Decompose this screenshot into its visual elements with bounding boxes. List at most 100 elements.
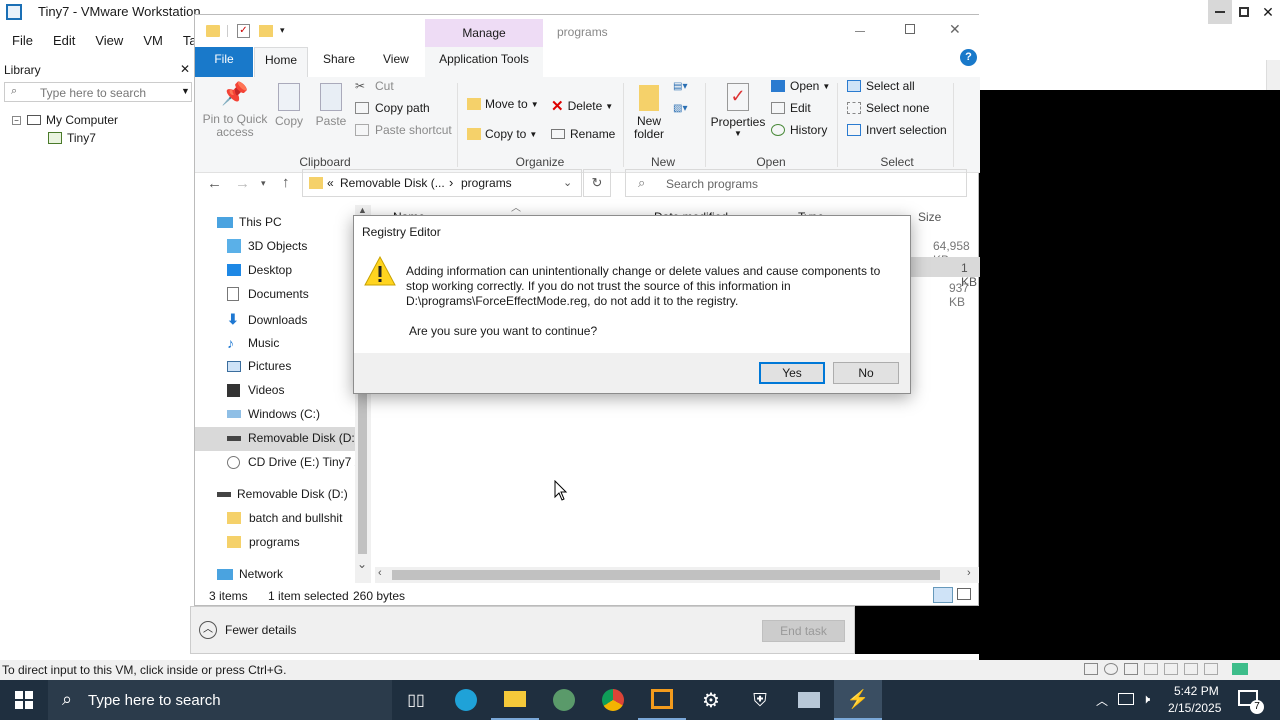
- copy-button[interactable]: Copy: [271, 81, 307, 128]
- address-segment-programs[interactable]: programs: [461, 176, 512, 190]
- app-icon[interactable]: [540, 680, 588, 720]
- nav-pictures[interactable]: Pictures: [227, 359, 291, 373]
- tab-share[interactable]: Share: [323, 52, 355, 66]
- library-search[interactable]: ⌕ Type here to search ▼: [4, 82, 192, 102]
- network-tray-icon[interactable]: [1118, 693, 1134, 705]
- minimize-button[interactable]: [1208, 0, 1232, 24]
- column-header-size[interactable]: Size: [918, 210, 941, 224]
- new-item-button[interactable]: ▤▾: [673, 81, 687, 92]
- message-icon[interactable]: [1232, 663, 1248, 675]
- display-icon[interactable]: [1204, 663, 1218, 675]
- active-app-icon[interactable]: ⚡: [834, 680, 882, 720]
- horizontal-scrollbar[interactable]: ‹ ›: [375, 567, 979, 583]
- maximize-button[interactable]: [1232, 0, 1256, 24]
- address-bar[interactable]: « Removable Disk (... › programs ⌄: [302, 169, 582, 197]
- nav-cd-drive-e[interactable]: CD Drive (E:) Tiny7 x: [227, 455, 361, 469]
- menu-vm[interactable]: VM: [143, 29, 163, 52]
- vm-display[interactable]: [979, 90, 1280, 660]
- tray-chevron-icon[interactable]: ︿: [1096, 692, 1108, 709]
- paste-button[interactable]: Paste: [311, 81, 351, 128]
- menu-view[interactable]: View: [95, 29, 123, 52]
- settings-icon[interactable]: ⚙: [687, 680, 735, 720]
- explorer-maximize-button[interactable]: [905, 24, 915, 34]
- nav-videos[interactable]: Videos: [227, 383, 284, 397]
- tree-tiny7[interactable]: Tiny7: [48, 131, 96, 145]
- rename-button[interactable]: Rename: [551, 127, 615, 141]
- address-segment-removable-disk[interactable]: Removable Disk (...: [340, 176, 445, 190]
- nav-batch-folder[interactable]: batch and bullshit: [227, 511, 342, 525]
- copy-path-button[interactable]: Copy path: [355, 101, 430, 115]
- help-icon[interactable]: ?: [960, 49, 977, 66]
- explorer-search-box[interactable]: ⌕ Search programs: [625, 169, 967, 197]
- forward-arrow-icon[interactable]: →: [235, 175, 250, 192]
- start-button[interactable]: [0, 680, 48, 720]
- yes-button[interactable]: Yes: [759, 362, 825, 384]
- nav-removable-disk-d-root[interactable]: Removable Disk (D:): [217, 487, 348, 501]
- up-arrow-icon[interactable]: ↑: [282, 174, 290, 191]
- menu-file[interactable]: File: [12, 29, 33, 52]
- paste-shortcut-button[interactable]: Paste shortcut: [355, 123, 452, 137]
- security-shield-icon[interactable]: ⛨: [736, 680, 784, 720]
- nav-documents[interactable]: Documents: [227, 287, 309, 301]
- nav-desktop[interactable]: Desktop: [227, 263, 292, 277]
- close-button[interactable]: ✕: [1256, 0, 1280, 24]
- back-arrow-icon[interactable]: ←: [207, 175, 222, 192]
- end-task-button[interactable]: End task: [762, 620, 845, 642]
- tab-home[interactable]: Home: [254, 47, 308, 77]
- recent-dropdown-icon[interactable]: ▾: [261, 178, 266, 189]
- tab-file[interactable]: File: [195, 47, 253, 77]
- details-view-icon[interactable]: [933, 587, 953, 603]
- vmware-taskbar-icon[interactable]: [638, 680, 686, 720]
- open-button[interactable]: Open ▼: [771, 79, 830, 93]
- new-folder-qat-icon[interactable]: [259, 25, 273, 37]
- volume-muted-icon[interactable]: 🕨: [1142, 691, 1150, 707]
- scroll-up-icon[interactable]: ▲: [358, 205, 367, 215]
- scroll-thumb[interactable]: [392, 570, 940, 580]
- tab-application-tools[interactable]: Application Tools: [425, 47, 543, 77]
- address-dropdown-icon[interactable]: ⌄: [563, 176, 572, 189]
- no-button[interactable]: No: [833, 362, 899, 384]
- properties-qat-icon[interactable]: ✓: [237, 24, 250, 38]
- task-view-icon[interactable]: ▯▯: [392, 680, 440, 720]
- vm-display-lower[interactable]: [855, 606, 1280, 654]
- nav-windows-c[interactable]: Windows (C:): [227, 407, 320, 421]
- select-all-button[interactable]: Select all: [847, 79, 915, 93]
- clock-time[interactable]: 5:42 PM: [1174, 684, 1219, 698]
- nav-music[interactable]: ♪ Music: [227, 335, 279, 351]
- refresh-button[interactable]: ↻: [583, 169, 611, 197]
- select-none-button[interactable]: Select none: [847, 101, 929, 115]
- history-button[interactable]: History: [771, 123, 827, 137]
- scroll-right-icon[interactable]: ›: [967, 567, 971, 579]
- new-folder-button[interactable]: New folder: [629, 81, 669, 141]
- cut-button[interactable]: ✂ Cut: [355, 79, 394, 93]
- copy-to-button[interactable]: Copy to ▼: [467, 127, 537, 141]
- qat-dropdown-icon[interactable]: ▾: [280, 25, 285, 36]
- large-icons-view-icon[interactable]: [957, 588, 971, 600]
- explorer-close-button[interactable]: ✕: [949, 21, 961, 38]
- properties-button[interactable]: ✓ Properties ▼: [709, 81, 767, 138]
- tab-view[interactable]: View: [383, 52, 409, 66]
- nav-removable-disk-d[interactable]: Removable Disk (D:): [227, 431, 359, 445]
- nav-programs-folder[interactable]: programs: [227, 535, 300, 549]
- usb-icon[interactable]: [1144, 663, 1158, 675]
- taskbar-search-box[interactable]: ⌕ Type here to search: [48, 680, 392, 720]
- tree-my-computer[interactable]: − My Computer: [12, 113, 118, 127]
- network-adapter-icon[interactable]: [1124, 663, 1138, 675]
- cd-icon[interactable]: [1104, 663, 1118, 675]
- delete-button[interactable]: ✕ Delete ▼: [551, 97, 613, 115]
- invert-selection-button[interactable]: Invert selection: [847, 123, 947, 137]
- chrome-icon[interactable]: [589, 680, 637, 720]
- monitor-app-icon[interactable]: [785, 680, 833, 720]
- edit-button[interactable]: Edit: [771, 101, 811, 115]
- scroll-left-icon[interactable]: ‹: [378, 567, 382, 579]
- edge-icon[interactable]: [442, 680, 490, 720]
- explorer-minimize-button[interactable]: [855, 31, 865, 32]
- move-to-button[interactable]: Move to ▼: [467, 97, 539, 111]
- sound-icon[interactable]: [1184, 663, 1198, 675]
- nav-3d-objects[interactable]: 3D Objects: [227, 239, 307, 253]
- clock-date[interactable]: 2/15/2025: [1168, 701, 1221, 715]
- printer-icon[interactable]: [1164, 663, 1178, 675]
- nav-this-pc[interactable]: This PC: [217, 215, 282, 229]
- easy-access-button[interactable]: ▧▾: [673, 103, 687, 114]
- scroll-down-icon[interactable]: ⌄: [357, 557, 367, 571]
